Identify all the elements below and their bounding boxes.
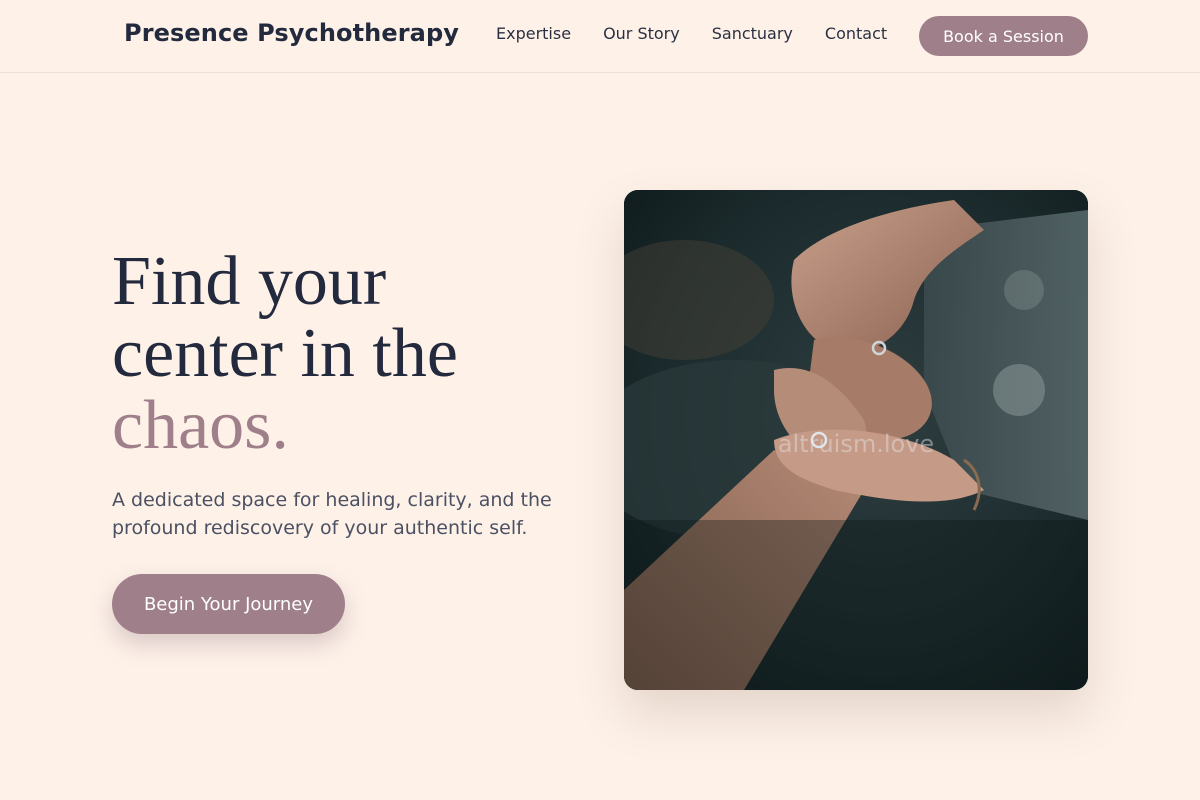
nav-link-contact[interactable]: Contact	[825, 24, 887, 43]
hero-photo: altruism.love	[624, 190, 1088, 690]
photo-watermark: altruism.love	[777, 430, 935, 458]
begin-journey-button[interactable]: Begin Your Journey	[112, 574, 345, 634]
book-session-button[interactable]: Book a Session	[919, 16, 1088, 56]
hero-subtext: A dedicated space for healing, clarity, …	[112, 489, 552, 539]
headline-line-2: center in the	[112, 315, 458, 392]
brand-logo[interactable]: Presence Psychotherapy	[124, 19, 459, 47]
main-nav: Expertise Our Story Sanctuary Contact	[496, 24, 887, 43]
site-header: Presence Psychotherapy Expertise Our Sto…	[0, 0, 1200, 73]
nav-link-expertise[interactable]: Expertise	[496, 24, 571, 43]
nav-link-sanctuary[interactable]: Sanctuary	[712, 24, 793, 43]
nav-link-our-story[interactable]: Our Story	[603, 24, 680, 43]
headline-line-1: Find your	[112, 243, 387, 320]
headline-accent: chaos.	[112, 387, 289, 464]
hero-headline: Find your center in the chaos.	[112, 246, 592, 462]
